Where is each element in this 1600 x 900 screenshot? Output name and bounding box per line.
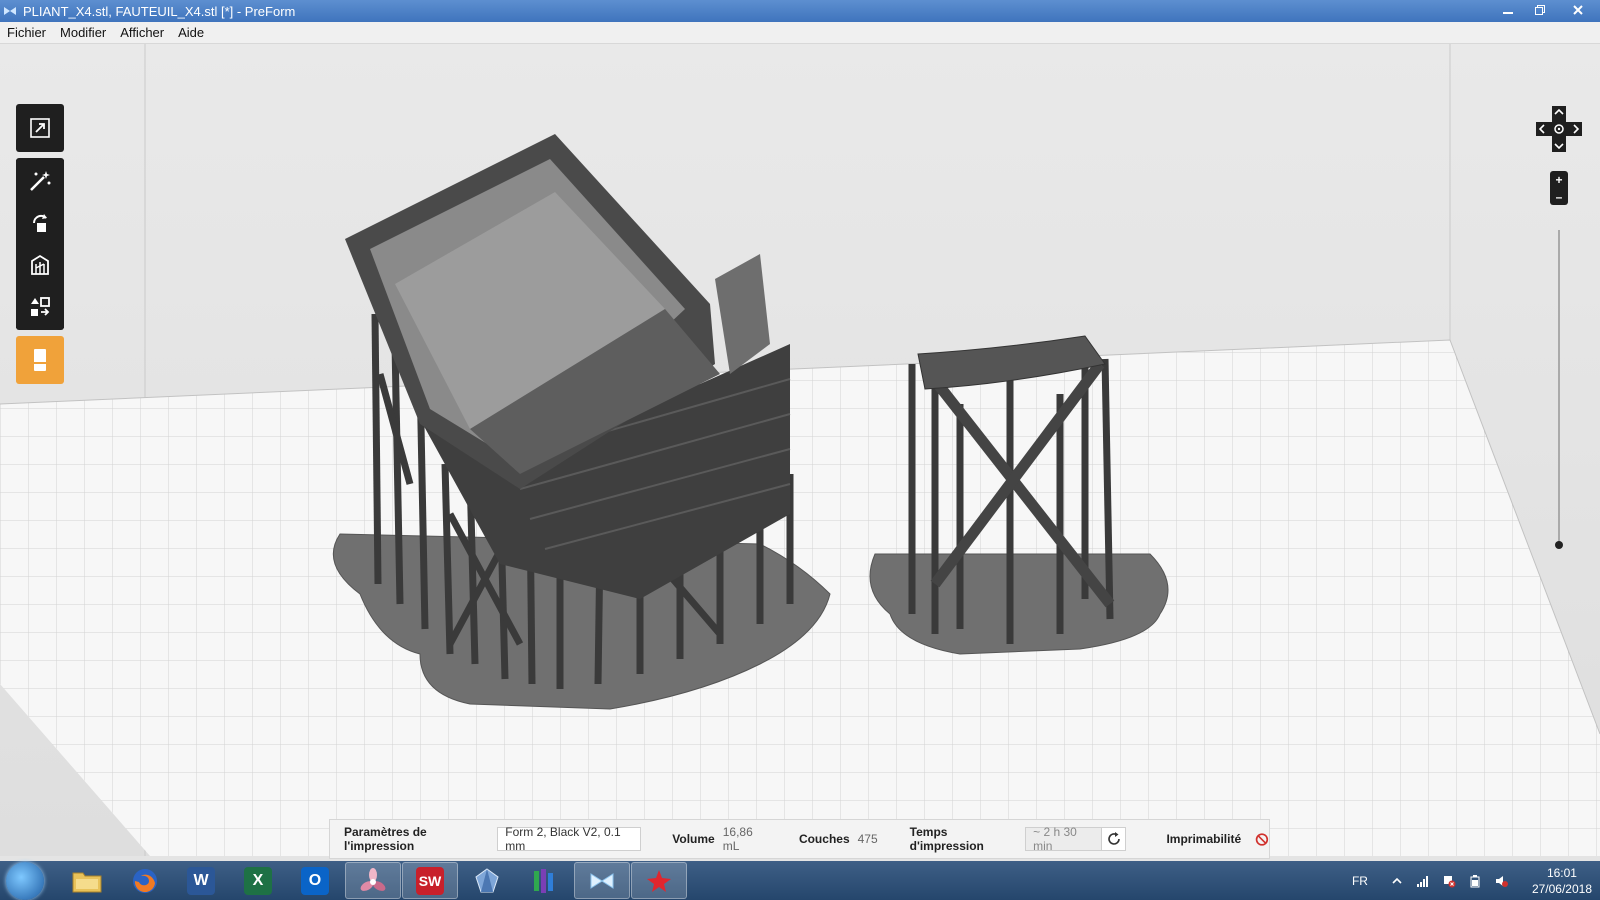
clock-time: 16:01 [1546,865,1577,880]
menu-bar: Fichier Modifier Afficher Aide [0,22,1600,44]
fit-view-icon [30,118,50,138]
propeller-icon [360,867,386,891]
zoom-control: + – [1550,171,1568,205]
one-click-print-button[interactable] [16,160,64,202]
magic-wand-icon [30,171,51,191]
fit-view-button[interactable] [16,104,64,152]
taskbar-solidworks-2016[interactable]: SW [402,862,458,899]
window-title: PLIANT_X4.stl, FAUTEUIL_X4.stl [*] - Pre… [23,3,296,19]
print-settings-field[interactable]: Form 2, Black V2, 0.1 mm [497,825,642,853]
menu-aide[interactable]: Aide [171,25,211,40]
printability-label: Imprimabilité [1166,832,1242,846]
navigation-pad[interactable] [1534,104,1584,154]
show-hidden-icons-icon[interactable] [1390,874,1404,888]
layer-slider-track[interactable] [1558,230,1560,546]
navigation-pad-icon [1536,106,1582,152]
preform-icon [4,7,16,15]
taskbar-app-gem[interactable] [459,862,515,899]
language-indicator[interactable]: FR [1352,874,1368,888]
network-icon[interactable] [1416,874,1430,888]
clock[interactable]: 16:01 27/06/2018 [1532,865,1592,897]
build-platform-scene[interactable] [0,44,1600,856]
restore-icon[interactable] [1524,0,1556,20]
supports-button[interactable] [16,244,64,286]
clock-date: 27/06/2018 [1531,881,1592,896]
taskbar-file-explorer[interactable] [59,862,115,899]
start-button[interactable] [6,861,44,900]
supports-icon [31,254,49,275]
word-icon: W [187,866,215,895]
layers-label: Couches [798,832,850,846]
print-info-bar: Paramètres de l'impression Form 2, Black… [329,819,1270,859]
zoom-in-button[interactable]: + [1555,173,1562,187]
gem-icon [475,867,499,892]
outlook-icon: O [301,866,329,895]
layout-icon [31,297,50,316]
refresh-icon [1108,832,1120,845]
menu-afficher[interactable]: Afficher [113,25,171,40]
preform-icon [590,872,614,889]
system-tray: FR 16:01 27/06/2018 [1352,861,1592,900]
taskbar-app-bars[interactable] [516,862,572,899]
menu-modifier[interactable]: Modifier [53,25,113,40]
taskbar-firefox[interactable] [117,862,173,899]
orientation-button[interactable] [16,202,64,244]
excel-icon: X [244,866,272,895]
taskbar-preform[interactable] [574,862,630,899]
red-star-icon [647,869,671,892]
volume-icon[interactable] [1494,874,1508,888]
volume-value: 16,86 mL [722,825,753,853]
taskbar: W X O SW FR 16:01 27/06/2018 [0,861,1600,900]
solidworks-icon: SW [416,866,444,895]
minimize-icon[interactable] [1492,0,1524,20]
taskbar-excel[interactable]: X [230,862,286,899]
layer-slider-handle[interactable] [1555,541,1563,549]
volume-label: Volume [672,832,715,846]
close-icon[interactable] [1556,0,1600,20]
edit-tool-group [16,158,64,330]
bars-icon [534,868,553,893]
taskbar-word[interactable]: W [173,862,229,899]
menu-fichier[interactable]: Fichier [0,25,53,40]
3d-viewport[interactable]: + – [0,44,1600,856]
refresh-time-button[interactable] [1102,827,1127,851]
layers-value: 475 [857,832,878,846]
window-controls [1492,0,1600,20]
layout-button[interactable] [16,286,64,328]
print-button[interactable] [16,336,64,384]
taskbar-app-propeller[interactable] [345,862,401,899]
printer-icon [34,349,46,371]
firefox-icon [133,868,157,893]
title-bar: PLIANT_X4.stl, FAUTEUIL_X4.stl [*] - Pre… [0,0,1600,22]
battery-icon[interactable] [1468,874,1482,888]
taskbar-outlook[interactable]: O [287,862,343,899]
left-toolbar [16,104,64,384]
taskbar-app-red[interactable] [631,862,687,899]
zoom-out-button[interactable]: – [1556,190,1563,204]
action-center-icon[interactable] [1442,874,1456,888]
print-time-label: Temps d'impression [909,825,984,853]
print-settings-label: Paramètres de l'impression [344,825,427,853]
prohibited-icon[interactable] [1255,832,1269,847]
folder-icon [72,872,102,892]
rotate-icon [32,214,47,232]
print-time-field: ~ 2 h 30 min [1025,825,1103,853]
